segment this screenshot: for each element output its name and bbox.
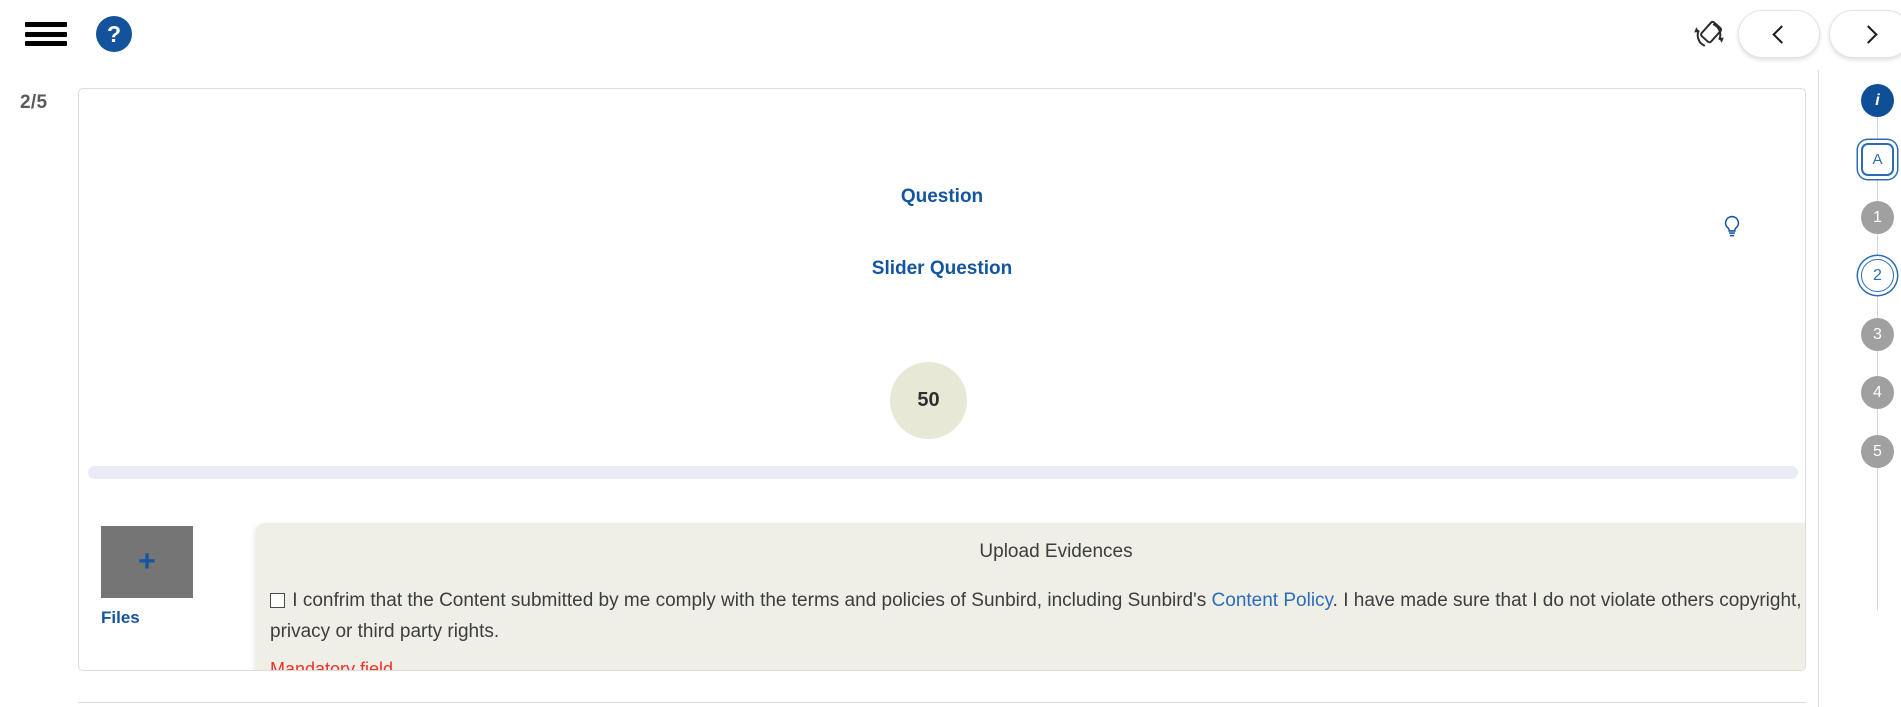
dialog-title: Upload Evidences	[979, 541, 1133, 562]
step-info[interactable]: i	[1861, 84, 1894, 117]
top-bar: ?	[0, 0, 1901, 68]
chevron-right-icon	[1858, 24, 1878, 44]
content-policy-link[interactable]: Content Policy	[1212, 590, 1333, 611]
files-label: Files	[101, 608, 140, 627]
previous-button[interactable]	[1738, 10, 1820, 58]
consent-text-part1: I confrim that the Content submitted by …	[292, 590, 1212, 611]
mandatory-field-error: Mandatory field	[270, 659, 394, 671]
consent-text: I confrim that the Content submitted by …	[270, 585, 1805, 647]
step-5[interactable]: 5	[1861, 435, 1894, 468]
plus-icon: +	[138, 545, 156, 578]
step-navigation-rail: i A 1 2 3 4 5	[1818, 70, 1901, 707]
app-root: ? 2/5 Question Slider Question 50 + File…	[0, 0, 1901, 707]
slider-track[interactable]	[88, 466, 1798, 479]
add-file-tile[interactable]: +	[101, 526, 193, 598]
step-4[interactable]: 4	[1861, 376, 1894, 409]
help-icon[interactable]: ?	[96, 16, 132, 52]
step-3[interactable]: 3	[1861, 318, 1894, 351]
slider-value-handle[interactable]: 50	[890, 362, 967, 439]
screen-rotation-icon[interactable]	[1692, 18, 1726, 52]
rail-connector-line	[1877, 110, 1878, 610]
dialog-body: I confrim that the Content submitted by …	[270, 585, 1805, 647]
step-2[interactable]: 2	[1861, 259, 1894, 292]
step-1[interactable]: 1	[1861, 201, 1894, 234]
consent-checkbox[interactable]	[270, 593, 285, 608]
hamburger-menu-icon[interactable]	[25, 18, 67, 50]
bottom-divider	[78, 702, 1806, 703]
step-attachment[interactable]: A	[1861, 143, 1894, 176]
chevron-left-icon	[1771, 24, 1791, 44]
upload-evidences-dialog: Upload Evidences I confrim that the Cont…	[256, 523, 1805, 671]
question-card: Question Slider Question 50 + Files Uplo…	[78, 88, 1806, 671]
next-button[interactable]	[1829, 10, 1901, 58]
question-title: Question	[900, 186, 984, 207]
page-counter: 2/5	[20, 92, 48, 113]
question-subtitle: Slider Question	[871, 258, 1013, 279]
lightbulb-hint-icon[interactable]	[1721, 214, 1743, 240]
